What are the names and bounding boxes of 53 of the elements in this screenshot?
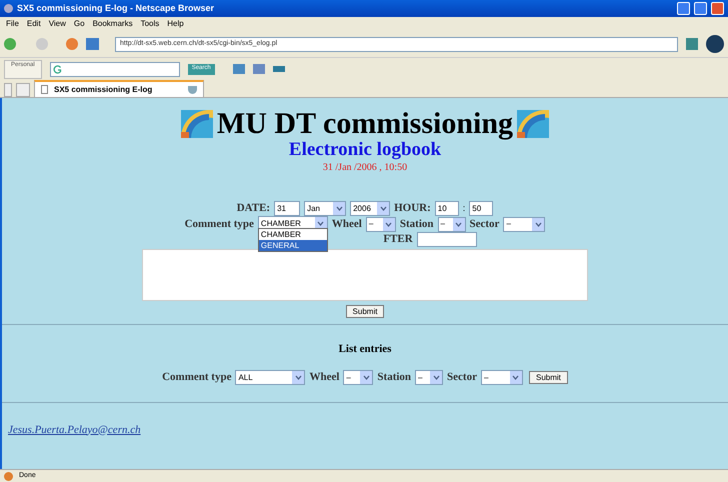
browser-tab[interactable]: SX5 commissioning E-log [34,80,204,97]
timestamp: 31 /Jan /2006 , 10:50 [322,161,408,175]
minimize-button[interactable] [677,2,690,15]
wheel-logo-icon [517,110,550,138]
field-label: Wheel [309,370,340,386]
wheel-select[interactable]: – [343,370,374,385]
menu-item[interactable]: Bookmarks [88,18,137,30]
hour-field[interactable]: 10 [434,201,459,216]
page-icon [41,85,48,94]
email-link[interactable]: Jesus.Puerta.Pelayo@cern.ch [8,424,141,436]
field-label: Comment type [184,216,254,232]
close-button[interactable] [711,2,724,15]
menu-item[interactable]: Tools [136,18,164,30]
submit-button[interactable]: Submit [528,371,568,384]
minute-field[interactable]: 50 [469,201,494,216]
comment-text-area[interactable] [142,249,588,301]
submit-button[interactable]: Submit [346,305,384,318]
station-select[interactable]: – [438,216,466,232]
field-label: Station [377,370,412,386]
sector-select[interactable]: – [503,216,546,232]
year-select[interactable]: 2006 [350,201,390,216]
menu-item[interactable]: Go [70,18,89,30]
time-separator: : [462,202,466,215]
field-label: Station [400,216,434,232]
station-select[interactable]: – [415,370,444,385]
wheel-logo-icon [180,110,213,138]
field-label: Comment type [162,370,232,386]
comment-type-select[interactable]: ALL [235,370,306,385]
field-label: HOUR: [394,201,431,216]
new-tab-button[interactable] [16,83,30,97]
day-field[interactable]: 31 [274,201,300,216]
page-subtitle: Electronic logbook [288,140,442,160]
section-heading: List entries [338,342,392,357]
sector-select[interactable]: – [480,370,523,385]
menu-item[interactable]: View [44,18,70,30]
search-engine-icon [52,64,62,74]
month-select[interactable]: Jan [304,201,346,216]
dropdown-option[interactable]: GENERAL [258,240,327,251]
search-field[interactable] [50,62,180,76]
wheel-select[interactable]: – [366,216,396,232]
menu-item[interactable]: Edit [22,18,45,30]
maximize-button[interactable] [694,2,707,15]
field-label: FTER [383,232,413,248]
field-label: DATE: [236,201,270,216]
after-field[interactable] [416,232,477,247]
menu-item[interactable]: File [2,18,23,30]
menu-item[interactable]: Help [163,18,188,30]
field-label: Wheel [332,216,362,232]
page-title: MU DT commissioning [216,108,514,140]
title-bar: SX5 commissioning E-log - Netscape Browser [0,0,728,17]
field-label: Sector [470,216,500,232]
tab-list-button[interactable] [4,83,12,97]
field-label: Sector [447,370,477,386]
